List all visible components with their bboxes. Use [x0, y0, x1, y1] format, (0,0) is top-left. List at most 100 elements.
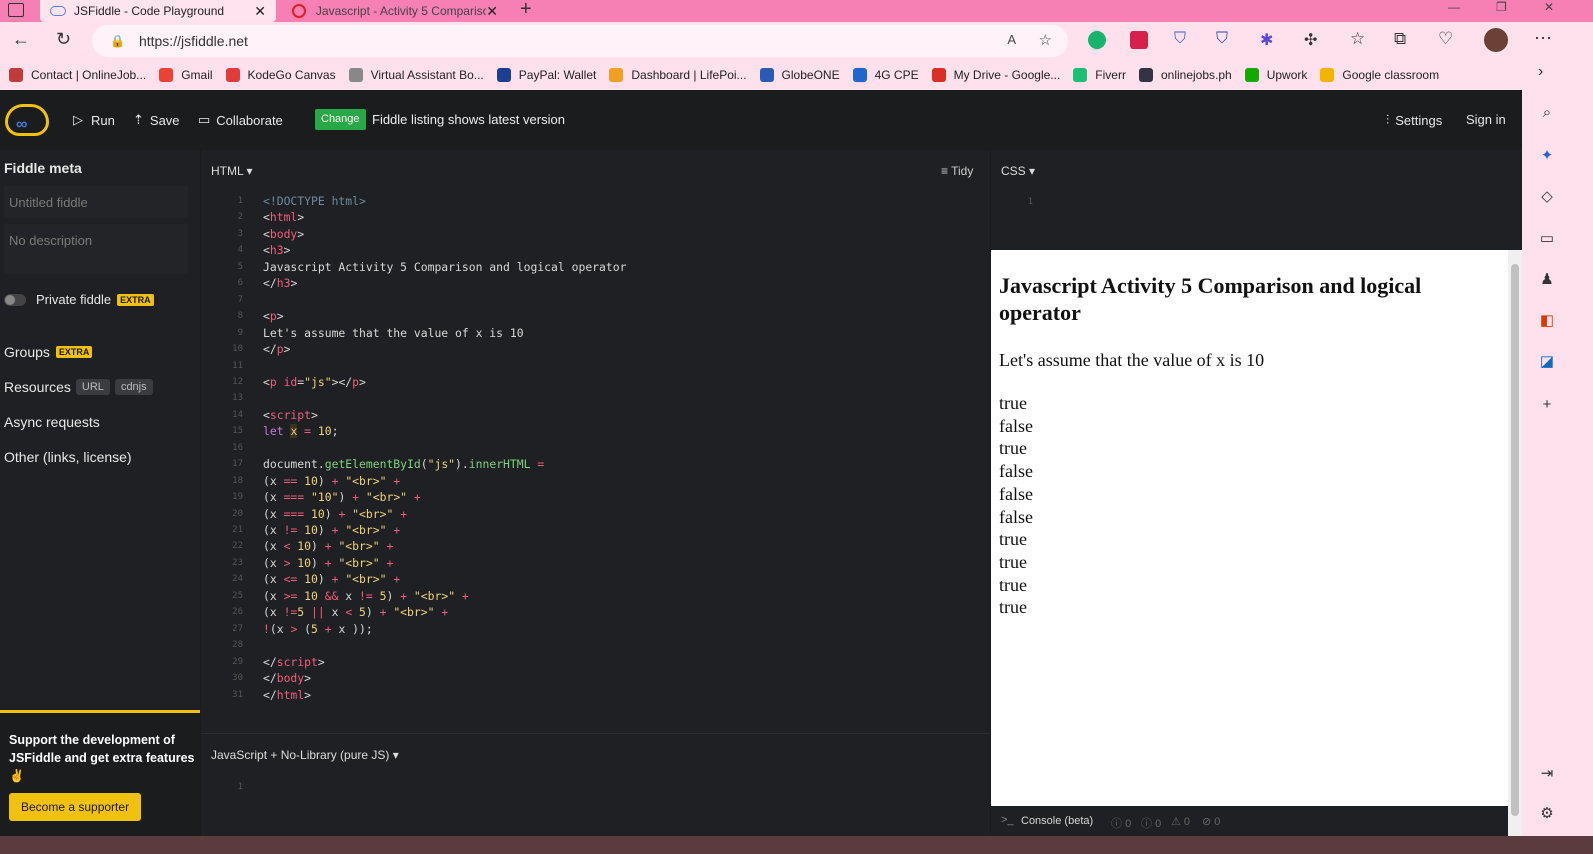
- title-input[interactable]: Untitled fiddle: [4, 186, 188, 218]
- save-button[interactable]: ⇡ Save: [133, 112, 180, 128]
- code-line[interactable]: <p id="js"></p>: [263, 375, 366, 389]
- code-line[interactable]: (x === "10") + "<br>" +: [263, 490, 421, 504]
- bookmark-item[interactable]: Fiverr: [1073, 68, 1126, 82]
- js-panel-label[interactable]: JavaScript + No-Library (pure JS) ▾: [211, 748, 399, 762]
- console-bar[interactable]: >_ Console (beta) ⓘ 0 ⓘ 0 ⚠ 0 ⊘ 0: [991, 806, 1508, 836]
- tab-activity[interactable]: Javascript - Activity 5 Compariso ✕: [282, 0, 508, 22]
- extension-icon[interactable]: [1130, 31, 1148, 49]
- gear-icon[interactable]: ⚙: [1538, 804, 1556, 822]
- html-panel-label[interactable]: HTML ▾: [211, 164, 253, 178]
- bookmark-item[interactable]: Dashboard | LifePoi...: [609, 68, 747, 82]
- outlook-icon[interactable]: ◪: [1538, 352, 1556, 370]
- settings-button[interactable]: ⫶ Settings: [1386, 112, 1442, 128]
- extension-icon[interactable]: ✱: [1260, 30, 1273, 50]
- bookmark-item[interactable]: onlinejobs.ph: [1138, 68, 1232, 82]
- collaborate-button[interactable]: ▭ Collaborate: [198, 112, 283, 128]
- css-editor[interactable]: CSS ▾ 1: [991, 150, 1522, 250]
- code-line[interactable]: document.getElementById("js").innerHTML …: [263, 457, 544, 471]
- code-line[interactable]: </body>: [263, 671, 311, 685]
- tab-actions-icon[interactable]: [8, 3, 24, 17]
- code-line[interactable]: (x === 10) + "<br>" +: [263, 507, 407, 521]
- change-button[interactable]: Change: [315, 109, 366, 130]
- code-line[interactable]: </html>: [263, 688, 311, 702]
- grammarly-icon[interactable]: [1088, 31, 1106, 49]
- tab-jsfiddle[interactable]: JSFiddle - Code Playground ✕: [40, 0, 276, 22]
- become-supporter-button[interactable]: Become a supporter: [9, 793, 142, 821]
- code-line[interactable]: (x <= 10) + "<br>" +: [263, 572, 400, 586]
- collections-icon[interactable]: ⧉: [1394, 29, 1406, 49]
- puzzle-icon[interactable]: ✣: [1304, 30, 1317, 50]
- result-iframe[interactable]: Javascript Activity 5 Comparison and log…: [991, 250, 1508, 806]
- shield-icon[interactable]: ⛉: [1216, 30, 1228, 48]
- console-label[interactable]: Console (beta): [1021, 815, 1093, 827]
- more-icon[interactable]: ⋯: [1534, 28, 1552, 49]
- avatar[interactable]: [1484, 28, 1508, 52]
- bookmark-item[interactable]: KodeGo Canvas: [225, 68, 336, 82]
- code-line[interactable]: <h3>: [263, 243, 290, 257]
- bookmark-item[interactable]: PayPal: Wallet: [496, 68, 596, 82]
- code-line[interactable]: (x != 10) + "<br>" +: [263, 523, 400, 537]
- result-scrollbar[interactable]: [1508, 250, 1522, 836]
- code-line[interactable]: Let's assume that the value of x is 10: [263, 326, 524, 340]
- code-line[interactable]: <script>: [263, 408, 318, 422]
- code-line[interactable]: Javascript Activity 5 Comparison and log…: [263, 260, 626, 274]
- groups-item[interactable]: Groups EXTRA: [4, 344, 93, 360]
- code-line[interactable]: (x > 10) + "<br>" +: [263, 556, 393, 570]
- other-links-item[interactable]: Other (links, license): [4, 449, 132, 465]
- bookmark-item[interactable]: My Drive - Google...: [931, 68, 1060, 82]
- jsfiddle-logo-icon[interactable]: ∞: [5, 104, 49, 136]
- close-tab-icon[interactable]: ✕: [254, 3, 266, 20]
- new-tab-icon[interactable]: +: [520, 0, 532, 21]
- chevron-right-icon[interactable]: ›: [1538, 63, 1543, 81]
- sidebar-collapse-icon[interactable]: ⇥: [1538, 764, 1556, 782]
- close-tab-icon[interactable]: ✕: [486, 3, 498, 20]
- tidy-button[interactable]: ≡ Tidy: [941, 164, 973, 178]
- async-requests-item[interactable]: Async requests: [4, 414, 100, 430]
- bookmark-item[interactable]: Google classroom: [1320, 68, 1439, 82]
- read-aloud-icon[interactable]: A: [1007, 32, 1016, 47]
- code-line[interactable]: <!DOCTYPE html>: [263, 194, 366, 208]
- code-line[interactable]: !(x > (5 + x ));: [263, 622, 373, 636]
- code-line[interactable]: let x = 10;: [263, 424, 338, 439]
- refresh-icon[interactable]: ↻: [56, 29, 71, 50]
- code-line[interactable]: <body>: [263, 227, 304, 241]
- code-line[interactable]: <p>: [263, 309, 284, 323]
- private-toggle[interactable]: Private fiddle EXTRA: [4, 292, 154, 307]
- add-icon[interactable]: +: [1538, 396, 1556, 414]
- tag-icon[interactable]: ◇: [1538, 187, 1556, 205]
- toolbox-icon[interactable]: ▭: [1538, 229, 1556, 247]
- html-editor[interactable]: HTML ▾ ≡ Tidy 1 <!DOCTYPE html> 2 <html> 3 <b…: [201, 150, 990, 733]
- code-line[interactable]: </p>: [263, 342, 290, 356]
- url-pill[interactable]: URL: [75, 379, 110, 395]
- copilot-icon[interactable]: ✦: [1538, 146, 1556, 164]
- back-icon[interactable]: ←: [12, 29, 30, 50]
- favorites-icon[interactable]: ☆: [1350, 29, 1365, 49]
- scrollbar-thumb[interactable]: [1511, 264, 1519, 816]
- maximize-icon[interactable]: ❐: [1496, 0, 1507, 14]
- resources-item[interactable]: Resources URL cdnjs: [4, 379, 153, 395]
- code-line[interactable]: <html>: [263, 210, 304, 224]
- search-icon[interactable]: ⌕: [1538, 104, 1556, 122]
- browser-essentials-icon[interactable]: ♡: [1438, 29, 1453, 49]
- toggle-switch[interactable]: [4, 293, 26, 306]
- css-panel-label[interactable]: CSS ▾: [1001, 164, 1035, 178]
- description-input[interactable]: No description: [4, 224, 188, 274]
- code-line[interactable]: (x == 10) + "<br>" +: [263, 474, 400, 488]
- code-line[interactable]: </h3>: [263, 276, 297, 290]
- code-line[interactable]: </script>: [263, 655, 325, 669]
- bookmark-item[interactable]: 4G CPE: [852, 68, 919, 82]
- sign-in-link[interactable]: Sign in: [1466, 112, 1506, 127]
- favorite-icon[interactable]: ☆: [1039, 31, 1052, 49]
- bookmark-item[interactable]: Contact | OnlineJob...: [9, 68, 146, 82]
- close-window-icon[interactable]: ✕: [1544, 0, 1554, 14]
- run-button[interactable]: ▷ Run: [73, 112, 115, 128]
- bookmark-item[interactable]: Upwork: [1244, 68, 1307, 82]
- bookmark-item[interactable]: GlobeONE: [759, 68, 840, 82]
- js-editor[interactable]: JavaScript + No-Library (pure JS) ▾ 1: [201, 733, 990, 836]
- office-icon[interactable]: ◧: [1538, 311, 1556, 329]
- cdnjs-pill[interactable]: cdnjs: [114, 379, 153, 395]
- games-icon[interactable]: ♟: [1538, 270, 1556, 288]
- shield-icon[interactable]: ⛉: [1174, 30, 1186, 48]
- url-input[interactable]: 🔒 https://jsfiddle.net A ☆: [92, 25, 1068, 57]
- code-line[interactable]: (x >= 10 && x != 5) + "<br>" +: [263, 589, 469, 603]
